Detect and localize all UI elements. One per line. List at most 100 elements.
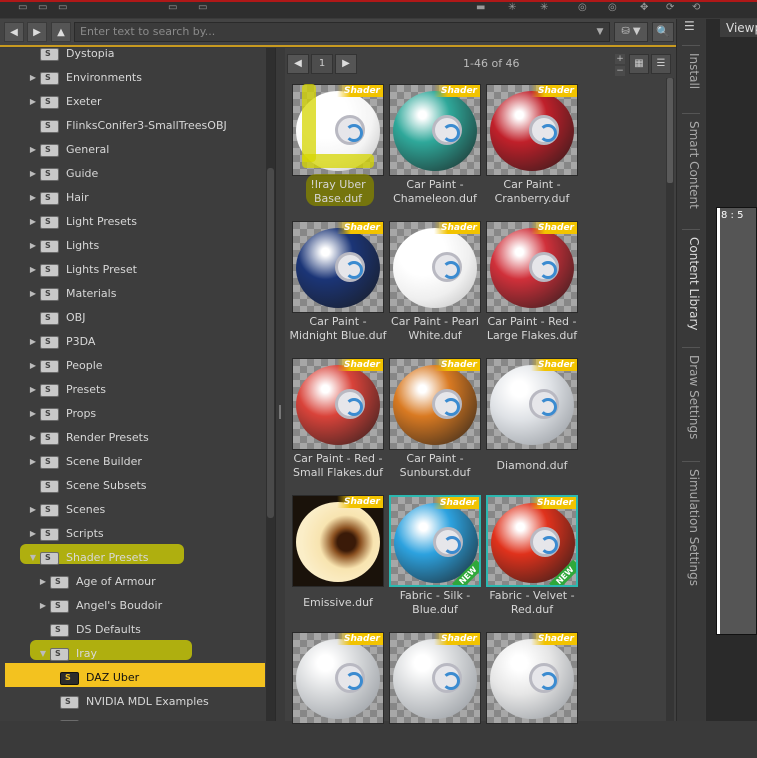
expand-arrow-icon[interactable]: ▶ <box>28 498 38 522</box>
asset-thumbnail[interactable]: Shader <box>389 358 481 450</box>
tree-item[interactable]: ▶ Environments <box>0 66 266 90</box>
asset-thumbnail[interactable]: Shader <box>389 221 481 313</box>
search-input[interactable]: Enter text to search by... <box>74 22 610 42</box>
tree-item[interactable]: ▶ Scripts <box>0 522 266 546</box>
toolbar-icon[interactable]: ▭ <box>168 2 182 14</box>
asset-tile[interactable]: Shader Diamond.duf <box>486 358 578 484</box>
asset-tile[interactable]: Shader <box>292 632 384 758</box>
asset-tile[interactable]: Shader Emissive.duf <box>292 495 384 621</box>
tree-item[interactable]: ▶ Lights Preset <box>0 258 266 282</box>
expand-arrow-icon[interactable]: ▶ <box>28 66 38 90</box>
asset-tile[interactable]: Shader Car Paint - Chameleon.duf <box>389 84 481 210</box>
tree-item[interactable]: ▶ Guide <box>0 162 266 186</box>
expand-arrow-icon[interactable]: ▶ <box>28 258 38 282</box>
asset-tile[interactable]: Shader NEW Fabric - Silk - Blue.duf <box>389 495 481 621</box>
splitter-grip[interactable] <box>279 405 281 419</box>
asset-tile[interactable]: Shader <box>486 632 578 758</box>
expand-arrow-icon[interactable]: ▶ <box>28 378 38 402</box>
asset-tile[interactable]: Shader Car Paint - Midnight Blue.duf <box>290 221 387 347</box>
asset-thumbnail[interactable]: Shader <box>486 358 578 450</box>
panel-menu-icon[interactable]: ☰ <box>684 19 695 33</box>
expand-arrow-icon[interactable]: ▶ <box>38 570 48 594</box>
expand-arrow-icon[interactable]: ▶ <box>28 186 38 210</box>
asset-thumbnail[interactable]: Shader <box>389 632 481 724</box>
asset-thumbnail[interactable]: Shader <box>486 632 578 724</box>
expand-arrow-icon[interactable]: ▶ <box>28 522 38 546</box>
tree-item[interactable]: ▶ Hair <box>0 186 266 210</box>
asset-thumbnail[interactable]: Shader <box>486 221 578 313</box>
prev-page-button[interactable]: ◀ <box>287 54 309 74</box>
asset-tile[interactable]: Shader Car Paint - Cranberry.duf <box>486 84 578 210</box>
tree-item[interactable]: Scene Subsets <box>0 474 266 498</box>
side-tab[interactable]: Smart Content <box>681 121 701 209</box>
tool-icon[interactable]: ⟲ <box>692 2 706 14</box>
back-button[interactable]: ◀ <box>4 22 24 42</box>
expand-arrow-icon[interactable]: ▶ <box>28 90 38 114</box>
find-button[interactable]: 🔍 <box>652 22 674 42</box>
toolbar-icon[interactable]: ▭ <box>38 2 52 14</box>
tree-item[interactable]: FlinksConifer3-SmallTreesOBJ <box>0 114 266 138</box>
viewport-canvas[interactable]: 8 : 5 <box>716 207 757 635</box>
tree-item[interactable]: NVIDIA MDL Examples <box>0 690 266 714</box>
asset-thumbnail[interactable]: Shader <box>486 84 578 176</box>
asset-tile[interactable]: Shader Car Paint - Sunburst.duf <box>389 358 481 484</box>
tree-item[interactable]: ▶ Lights <box>0 234 266 258</box>
expand-arrow-icon[interactable]: ▶ <box>28 354 38 378</box>
tree-scrollbar-thumb[interactable] <box>267 168 274 518</box>
asset-thumbnail[interactable]: Shader <box>292 358 384 450</box>
tree-item[interactable]: OBJ <box>0 306 266 330</box>
expand-arrow-icon[interactable]: ▶ <box>28 210 38 234</box>
tree-item[interactable]: DS Defaults <box>0 618 266 642</box>
forward-button[interactable]: ▶ <box>27 22 47 42</box>
tree-item[interactable]: ▶ General <box>0 138 266 162</box>
tree-item[interactable]: ▶ P3DA <box>0 330 266 354</box>
tool-icon[interactable]: ✥ <box>640 2 654 14</box>
asset-tile[interactable]: Shader <box>389 632 481 758</box>
asset-thumbnail[interactable]: Shader NEW <box>389 495 481 587</box>
grid-scrollbar-thumb[interactable] <box>667 78 673 183</box>
next-page-button[interactable]: ▶ <box>335 54 357 74</box>
tree-item[interactable]: ▶ Age of Armour <box>0 570 266 594</box>
asset-thumbnail[interactable]: Shader <box>292 632 384 724</box>
tree-item[interactable]: ▶ Angel's Boudoir <box>0 594 266 618</box>
tree-item[interactable]: ▶ Scenes <box>0 498 266 522</box>
tool-icon[interactable]: ◎ <box>578 2 592 14</box>
viewport-tab[interactable]: Viewp <box>720 19 757 37</box>
tree-item[interactable]: Dystopia <box>0 48 266 66</box>
asset-thumbnail[interactable]: Shader <box>292 221 384 313</box>
side-tab[interactable]: Draw Settings <box>681 355 701 439</box>
tool-icon[interactable]: ⟳ <box>666 2 680 14</box>
asset-thumbnail[interactable]: Shader NEW <box>486 495 578 587</box>
toolbar-icon[interactable]: ▭ <box>18 2 32 14</box>
collapse-arrow-icon[interactable]: ▼ <box>28 546 38 570</box>
expand-arrow-icon[interactable]: ▶ <box>38 594 48 618</box>
asset-thumbnail[interactable]: Shader <box>389 84 481 176</box>
list-view-button[interactable]: ☰ <box>651 54 671 74</box>
tree-item[interactable]: ▶ Render Presets <box>0 426 266 450</box>
toolbar-icon[interactable]: ▭ <box>198 2 212 14</box>
expand-arrow-icon[interactable]: ▶ <box>28 234 38 258</box>
expand-arrow-icon[interactable]: ▶ <box>28 282 38 306</box>
tree-item[interactable]: ▶ Light Presets <box>0 210 266 234</box>
tree-item[interactable]: ... <box>0 714 266 721</box>
expand-arrow-icon[interactable]: ▶ <box>28 426 38 450</box>
tree-item[interactable]: ▶ Materials <box>0 282 266 306</box>
asset-tile[interactable]: Shader Car Paint - Red - Small Flakes.duf <box>292 358 384 484</box>
asset-tile[interactable]: Shader Car Paint - Red - Large Flakes.duf <box>486 221 578 347</box>
asset-tile[interactable]: Shader !Iray Uber Base.duf <box>292 84 384 210</box>
asset-thumbnail[interactable]: Shader <box>292 495 384 587</box>
collapse-arrow-icon[interactable]: ▼ <box>38 642 48 666</box>
up-folder-button[interactable]: ▲ <box>51 22 71 42</box>
tool-icon[interactable]: ✳ <box>508 2 522 14</box>
tree-item[interactable]: ▶ Scene Builder <box>0 450 266 474</box>
tree-item[interactable]: ▶ Presets <box>0 378 266 402</box>
expand-arrow-icon[interactable]: ▶ <box>28 162 38 186</box>
database-button[interactable]: ⛁ ▼ <box>614 22 648 42</box>
tree-item[interactable]: ▶ Exeter <box>0 90 266 114</box>
side-tab[interactable]: Install <box>681 53 701 89</box>
side-tab[interactable]: Content Library <box>681 237 701 331</box>
expand-arrow-icon[interactable]: ▶ <box>28 330 38 354</box>
side-tab[interactable]: Simulation Settings <box>681 469 701 586</box>
search-history-dropdown[interactable]: ▼ <box>590 22 610 42</box>
camera-icon[interactable]: ▬ <box>476 2 490 14</box>
